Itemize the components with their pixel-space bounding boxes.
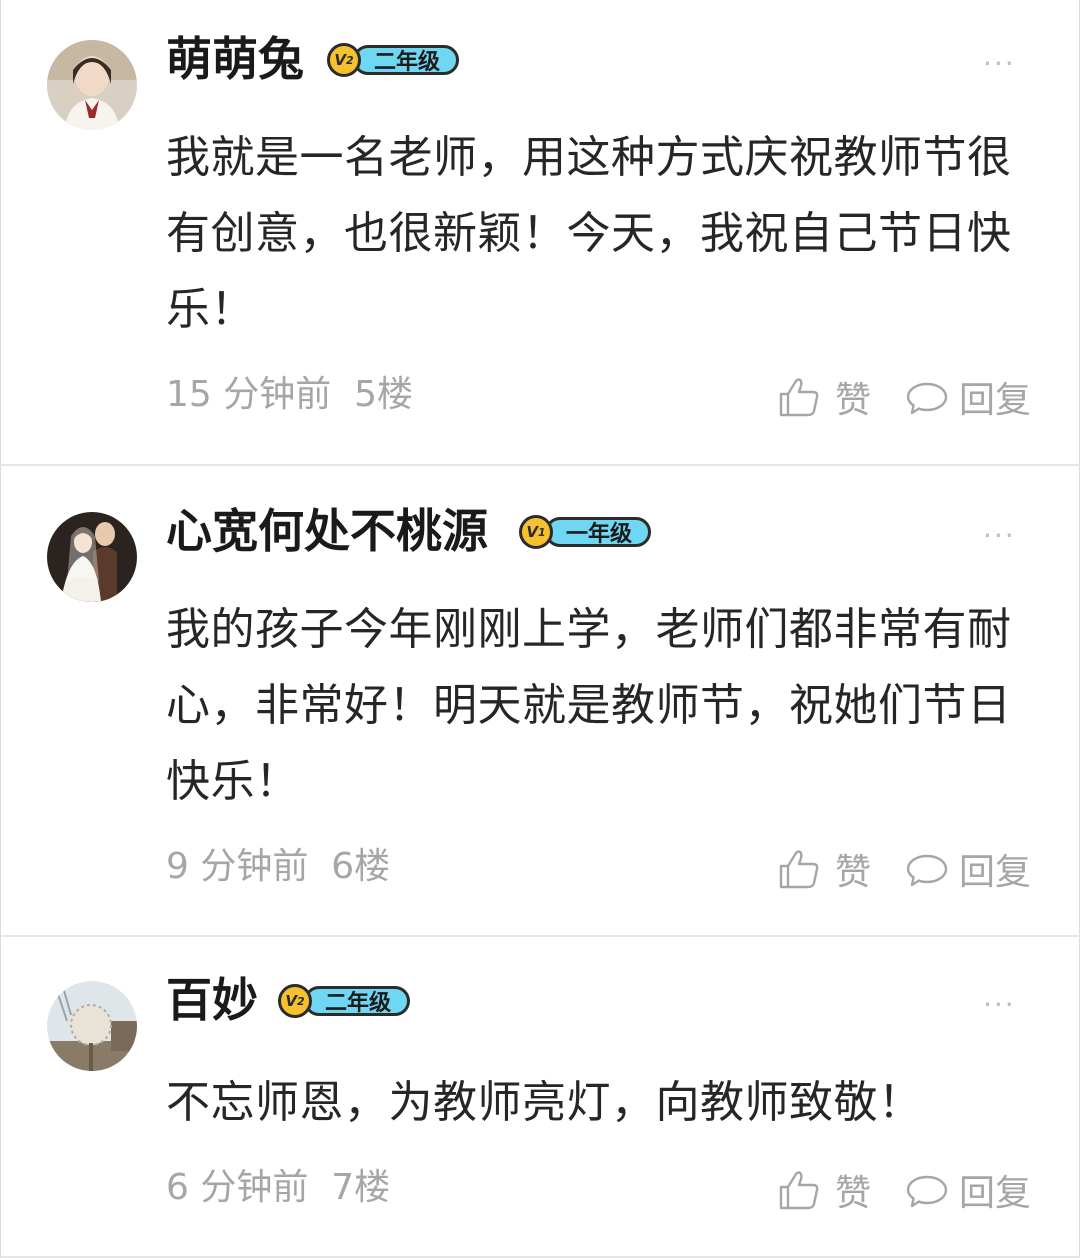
comment-floor: 5楼 [354,374,414,415]
comment-time: 9 分钟前 [166,846,309,887]
comment-meta: 6 分钟前 7楼 [166,1163,390,1213]
comment-item: 百妙 V2 二年级 ··· 不忘师恩，为教师亮灯，向教师致敬！ 6 分钟前 7楼… [1,937,1080,1258]
more-dots-icon[interactable]: ··· [983,991,1016,1019]
comment-floor: 6楼 [331,846,391,887]
like-button[interactable]: 赞 [777,843,905,895]
avatar[interactable] [47,512,137,602]
level-v-icon: V2 [327,43,361,77]
level-v-icon: V1 [519,515,553,549]
level-badge: V2 二年级 [278,983,411,1019]
comment-actions: 赞 回复 [777,372,1031,422]
thumbs-up-icon [779,1171,819,1210]
reply-label: 回复 [959,1173,1032,1214]
avatar[interactable] [47,981,137,1071]
avatar-image [47,981,137,1071]
username[interactable]: 百妙 [166,969,258,1031]
thumbs-up-icon [779,850,819,889]
level-badge-label: 一年级 [545,517,652,547]
more-dots-icon[interactable]: ··· [983,50,1016,78]
avatar-image [47,40,137,130]
comment-time: 15 分钟前 [166,374,332,415]
comment-floor: 7楼 [331,1167,391,1208]
username[interactable]: 萌萌兔 [166,28,304,90]
reply-button[interactable]: 回复 [905,371,1031,423]
level-badge: V1 一年级 [519,514,652,550]
reply-button[interactable]: 回复 [905,843,1031,895]
comment-text: 我就是一名老师，用这种方式庆祝教师节很有创意，也很新颖！今天，我祝自己节日快乐！ [166,132,1012,335]
reply-button[interactable]: 回复 [905,1164,1031,1216]
comment-list: 萌萌兔 V2 二年级 ··· 我就是一名老师，用这种方式庆祝教师节很有创意，也很… [0,0,1080,1258]
comment-text: 不忘师恩，为教师亮灯，向教师致敬！ [166,1077,923,1128]
level-badge-label: 二年级 [353,45,460,75]
like-button[interactable]: 赞 [777,371,905,423]
level-v-icon: V2 [278,984,312,1018]
avatar[interactable] [47,40,137,130]
reply-label: 回复 [959,852,1032,893]
reply-label: 回复 [959,380,1032,421]
like-label: 赞 [835,380,872,421]
speech-bubble-icon [906,1175,948,1208]
level-badge-label: 二年级 [304,986,411,1016]
level-badge: V2 二年级 [327,42,460,78]
comment-item: 萌萌兔 V2 二年级 ··· 我就是一名老师，用这种方式庆祝教师节很有创意，也很… [1,0,1080,465]
avatar-image [47,512,137,602]
speech-bubble-icon [906,382,948,415]
speech-bubble-icon [906,854,948,887]
thumbs-up-icon [779,378,819,417]
like-button[interactable]: 赞 [777,1164,905,1216]
comment-actions: 赞 回复 [777,1165,1031,1215]
comment-meta: 9 分钟前 6楼 [166,842,390,892]
comment-time: 6 分钟前 [166,1167,309,1208]
comment-text: 我的孩子今年刚刚上学，老师们都非常有耐心，非常好！明天就是教师节，祝她们节日快乐… [166,604,1012,807]
comment-actions: 赞 回复 [777,844,1031,894]
username[interactable]: 心宽何处不桃源 [166,500,488,562]
comment-item: 心宽何处不桃源 V1 一年级 ··· 我的孩子今年刚刚上学，老师们都非常有耐心，… [1,466,1080,936]
comment-meta: 15 分钟前 5楼 [166,370,413,420]
like-label: 赞 [835,852,872,893]
more-dots-icon[interactable]: ··· [983,522,1016,550]
like-label: 赞 [835,1173,872,1214]
